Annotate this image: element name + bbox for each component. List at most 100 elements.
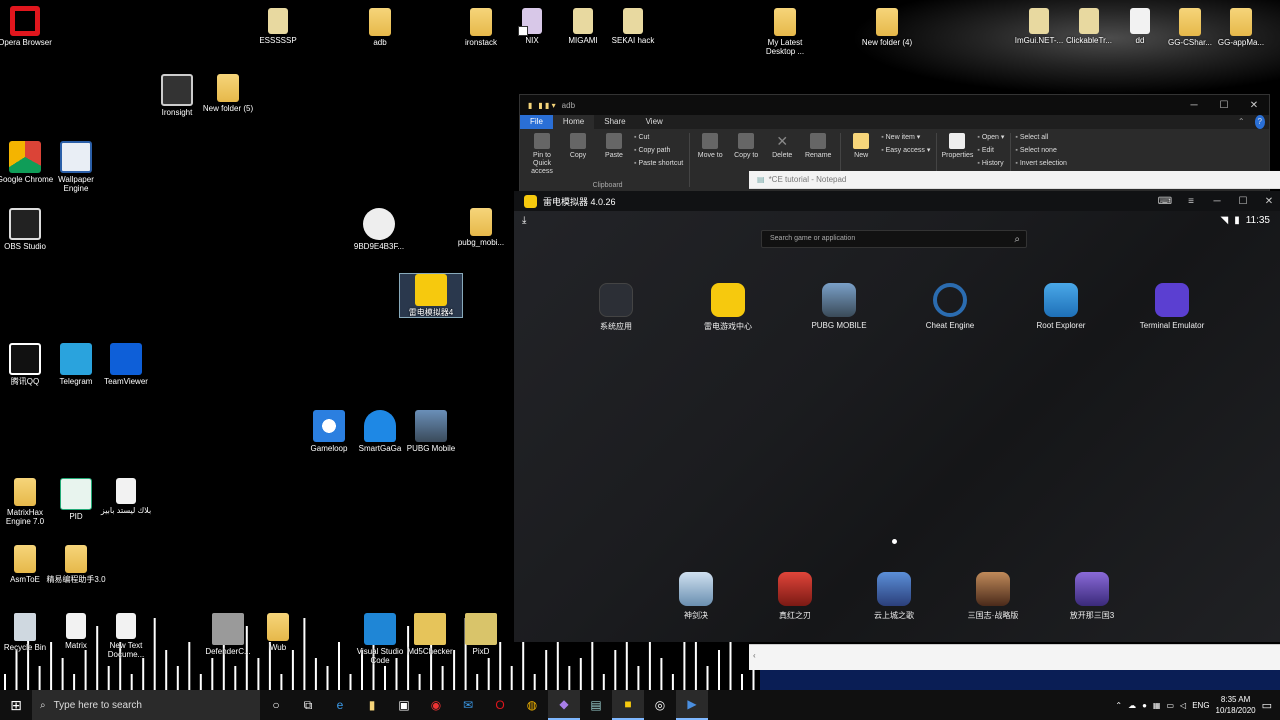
desktop-icon-pubg-mobile[interactable]: PUBG Mobile	[400, 410, 462, 453]
edge-icon[interactable]: e	[324, 690, 356, 720]
opera-icon[interactable]: O	[484, 690, 516, 720]
easy-access-button[interactable]: Easy access ▾	[881, 146, 931, 156]
desktop-icon-new-folder-5[interactable]: New folder (5)	[197, 74, 259, 113]
tab-view[interactable]: View	[636, 115, 673, 129]
download-icon[interactable]: ⤓	[522, 215, 526, 226]
android-app-game-center[interactable]: 雷电游戏中心	[688, 283, 768, 332]
dock-app-sanguozhi[interactable]: 三国志·战略版	[953, 572, 1033, 621]
tray-app-icon[interactable]: ▦	[1153, 701, 1161, 710]
android-app-pubg-mobile[interactable]: PUBG MOBILE	[799, 283, 879, 330]
paste-shortcut-button[interactable]: Paste shortcut	[634, 159, 683, 169]
mail-icon[interactable]: ✉	[452, 690, 484, 720]
language-indicator[interactable]: ENG	[1192, 701, 1209, 710]
desktop-icon-pubg-mobi[interactable]: pubg_mobi...	[450, 208, 512, 247]
obs-icon[interactable]: ◎	[644, 690, 676, 720]
minimize-button[interactable]: ─	[1179, 100, 1209, 111]
android-app-system-apps[interactable]: 系统应用	[576, 283, 656, 332]
volume-icon[interactable]: ◁	[1180, 701, 1186, 710]
maximize-button[interactable]: ☐	[1209, 100, 1239, 111]
close-button[interactable]: ✕	[1258, 196, 1280, 207]
tab-home[interactable]: Home	[552, 115, 595, 129]
invert-selection-button[interactable]: Invert selection	[1015, 159, 1067, 169]
desktop-icon-opera[interactable]: Opera Browser	[0, 6, 56, 47]
select-none-button[interactable]: Select none	[1015, 146, 1067, 156]
android-search-input[interactable]: Search game or application ⌕	[761, 230, 1027, 248]
paste-button[interactable]: Paste	[598, 133, 630, 187]
notepad-icon[interactable]: ▤	[580, 690, 612, 720]
explorer-titlebar[interactable]: ▮ ▮ ▮ ▾ adb ─ ☐ ✕	[520, 95, 1269, 115]
taskbar-search-input[interactable]: ⌕ Type here to search	[32, 690, 260, 720]
help-icon[interactable]: ?	[1254, 115, 1265, 129]
desktop-icon-blacklisted[interactable]: بلاك ليستد بابيز	[95, 478, 157, 515]
maximize-button[interactable]: ☐	[1232, 196, 1254, 207]
android-app-root-explorer[interactable]: Root Explorer	[1021, 283, 1101, 330]
tab-share[interactable]: Share	[594, 115, 635, 129]
dock-app-zhenhongzhiren[interactable]: 真红之刃	[755, 572, 835, 621]
task-view-icon[interactable]: ⧉	[292, 690, 324, 720]
pin-quick-access-button[interactable]: Pin to Quick access	[526, 133, 558, 187]
copy-button[interactable]: Copy	[562, 133, 594, 187]
cut-button[interactable]: Cut	[634, 133, 683, 143]
folder-icon	[369, 8, 391, 36]
file-explorer-icon[interactable]: ▮	[356, 690, 388, 720]
clock-date: 10/18/2020	[1215, 706, 1256, 715]
powershell-icon[interactable]: ▶	[676, 690, 708, 720]
desktop-icon-my-latest-desktop[interactable]: My Latest Desktop ...	[754, 8, 816, 56]
visualizer-bar	[591, 642, 594, 690]
desktop-icon-gg-appma[interactable]: GG-appMa...	[1210, 8, 1272, 47]
desktop-icon-new-folder-4[interactable]: New folder (4)	[856, 8, 918, 47]
desktop-icon-essssp[interactable]: ESSSSSP	[247, 8, 309, 45]
desktop-icon-sekai-hack[interactable]: SEKAI hack	[602, 8, 664, 45]
notepad-titlebar[interactable]: ▤ *CE tutorial - Notepad	[749, 171, 1280, 189]
tab-file[interactable]: File	[520, 115, 553, 129]
desktop-icon-pixd[interactable]: PixD	[450, 613, 512, 656]
move-to-button[interactable]: Move to	[694, 133, 726, 187]
desktop-icon-wallpaper-engine[interactable]: Wallpaper Engine	[45, 141, 107, 193]
cortana-icon[interactable]: ○	[260, 690, 292, 720]
microphone-icon[interactable]: ●	[1142, 701, 1147, 710]
edit-button[interactable]: Edit	[977, 146, 1004, 156]
desktop-icon-wub[interactable]: Wub	[247, 613, 309, 652]
ldplayer-emulator-window[interactable]: 雷电模拟器 4.0.26 ⌨ ≡ ─ ☐ ✕ ⤓ ◥ ▮ 11:35 Searc…	[514, 191, 1280, 642]
show-hidden-icons-icon[interactable]: ⌃	[1115, 701, 1122, 710]
desktop-icon-9bd9e4b3f[interactable]: 9BD9E4B3F...	[348, 208, 410, 251]
close-button[interactable]: ✕	[1239, 100, 1269, 111]
collapse-ribbon-icon[interactable]: ⌃	[1228, 115, 1255, 129]
desktop-icon-adb[interactable]: adb	[349, 8, 411, 47]
minimize-button[interactable]: ─	[1206, 196, 1228, 207]
onedrive-icon[interactable]: ☁	[1128, 701, 1136, 710]
desktop-icon-new-text-document[interactable]: New Text Docume...	[95, 613, 157, 659]
dock-app-yunshangcheng[interactable]: 云上城之歌	[854, 572, 934, 621]
taskbar-clock[interactable]: 8:35 AM 10/18/2020	[1216, 694, 1256, 716]
app-red-icon[interactable]: ◉	[420, 690, 452, 720]
dock-app-shenjianjue[interactable]: 神剑决	[656, 572, 736, 621]
notepad-edge	[760, 670, 1280, 690]
new-item-button[interactable]: New item ▾	[881, 133, 930, 143]
folder-icon	[65, 545, 87, 573]
desktop-icon-obs[interactable]: OBS Studio	[0, 208, 56, 251]
search-icon[interactable]: ⌕	[1014, 232, 1020, 248]
open-button[interactable]: Open ▾	[977, 133, 1005, 143]
dock-app-fangkainasanguo[interactable]: 放开那三国3	[1052, 572, 1132, 621]
android-app-terminal-emulator[interactable]: Terminal Emulator	[1132, 283, 1212, 330]
notifications-icon[interactable]: ▭	[1262, 699, 1272, 712]
select-all-button[interactable]: Select all	[1015, 133, 1067, 143]
visualizer-bar	[522, 634, 525, 690]
desktop-icon-teamviewer[interactable]: TeamViewer	[95, 343, 157, 386]
history-button[interactable]: History	[977, 159, 1004, 169]
gamepad-icon[interactable]: ⌨	[1154, 196, 1176, 207]
start-button[interactable]: ⊞	[0, 690, 32, 720]
visual-studio-icon[interactable]: ◆	[548, 690, 580, 720]
emulator-titlebar[interactable]: 雷电模拟器 4.0.26 ⌨ ≡ ─ ☐ ✕	[514, 191, 1280, 211]
network-icon[interactable]: ▭	[1166, 701, 1174, 710]
store-icon[interactable]: ▣	[388, 690, 420, 720]
copy-path-button[interactable]: Copy path	[634, 146, 683, 156]
menu-icon[interactable]: ≡	[1180, 196, 1202, 207]
desktop-icon-ldplayer[interactable]: 雷电模拟器4	[399, 273, 463, 318]
scroll-left-icon[interactable]: ‹	[749, 651, 756, 660]
android-app-cheat-engine[interactable]: Cheat Engine	[910, 283, 990, 330]
desktop-icon-jingyi[interactable]: 精易编程助手3.0	[45, 545, 107, 584]
ldplayer-icon[interactable]: ■	[612, 690, 644, 720]
quick-access-toolbar[interactable]: ▮ ▮ ▾	[538, 101, 555, 110]
chrome-icon[interactable]: ◍	[516, 690, 548, 720]
